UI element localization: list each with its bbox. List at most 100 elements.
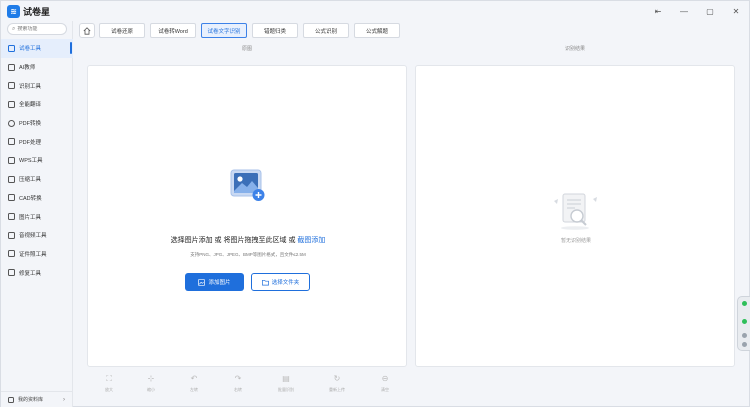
tool-label: 缩小: [147, 387, 155, 392]
search-input[interactable]: [17, 26, 66, 32]
pdf-convert-icon: [8, 119, 15, 127]
tool-label: 批量识别: [278, 387, 294, 392]
home-button[interactable]: [79, 23, 95, 38]
sidebar-item-repair-tools[interactable]: 修复工具: [1, 263, 73, 282]
sidebar-item-media-tools[interactable]: 音视频工具: [1, 226, 73, 245]
upload-hint: 选择图片添加 或 将图片拖拽至此区域 或 截图添加: [88, 235, 408, 245]
floating-assistant-widget[interactable]: [737, 296, 750, 351]
library-icon: [8, 396, 14, 403]
ai-teacher-icon: [8, 63, 15, 71]
batch-recognize-button[interactable]: ▤ 批量识别: [266, 375, 306, 393]
translate-icon: [8, 100, 15, 108]
close-button[interactable]: ✕: [729, 4, 743, 18]
sidebar-item-wps-tools[interactable]: WPS工具: [1, 151, 73, 170]
tool-label: 重新上传: [329, 387, 345, 392]
test-paper-icon: [8, 44, 15, 52]
tab-test-to-word[interactable]: 试卷转Word: [150, 23, 196, 38]
sidebar-item-id-photo-tools[interactable]: 证件照工具: [1, 245, 73, 264]
zoom-out-button[interactable]: ⊹ 缩小: [131, 375, 171, 393]
empty-result-text: 暂无识别结果: [560, 238, 591, 244]
sidebar-item-pdf-convert[interactable]: PDF转换: [1, 114, 73, 133]
sidebar-item-label: 图片工具: [19, 214, 42, 221]
tab-formula-solving[interactable]: 公式解题: [354, 23, 400, 38]
sidebar-nav: 试卷工具 AI教师 识别工具 全能翻译 PDF转换 PDF处理 WPS工具 压缩…: [1, 39, 73, 282]
title-bar: ≋ 试卷星 ⇤ — ▢ ✕: [1, 1, 749, 21]
tab-wrong-question-classify[interactable]: 错题归类: [252, 23, 298, 38]
pin-icon[interactable]: ⇤: [651, 4, 665, 18]
empty-result-icon: [549, 191, 601, 236]
tab-formula-recognition[interactable]: 公式识别: [303, 23, 349, 38]
wps-icon: [8, 156, 15, 164]
status-dot-icon: [742, 342, 747, 347]
status-dot-icon: [742, 301, 747, 306]
tool-label: 清空: [381, 387, 389, 392]
sidebar-item-label: 全能翻译: [19, 102, 42, 109]
sidebar-item-label: AI教师: [19, 65, 36, 72]
media-icon: [8, 231, 15, 239]
screenshot-add-link[interactable]: 截图添加: [297, 237, 325, 244]
scan-icon: [8, 82, 15, 90]
window-controls: ⇤ — ▢ ✕: [651, 4, 743, 18]
tool-label: 右转: [234, 387, 242, 392]
add-image-icon: [198, 278, 206, 286]
image-icon: [8, 213, 15, 221]
add-image-button[interactable]: 添加图片: [185, 273, 244, 291]
rotate-right-icon: ↷: [234, 374, 242, 383]
sidebar: ⌕ 试卷工具 AI教师 识别工具 全能翻译 PDF转换 PDF处理 WPS工具 …: [1, 21, 73, 407]
my-library-button[interactable]: 我的资料库 ›: [1, 391, 73, 407]
sidebar-item-label: WPS工具: [19, 158, 43, 165]
tab-test-text-recognition[interactable]: 试卷文字识别: [201, 23, 247, 38]
choose-folder-button[interactable]: 选择文件夹: [251, 273, 310, 291]
zoom-in-button[interactable]: ⛶ 放大: [89, 375, 129, 393]
status-dot-icon: [742, 319, 747, 324]
upload-format-hint: 支持PNG、JPG、JPEG、BMP等图片格式，且文件≤2.5M: [190, 252, 306, 257]
sidebar-item-ai-teacher[interactable]: AI教师: [1, 58, 73, 77]
app-title: 试卷星: [23, 7, 51, 17]
search-box: ⌕: [7, 23, 67, 35]
add-image-label: 添加图片: [208, 280, 231, 286]
pdf-process-icon: [8, 138, 15, 146]
sidebar-item-cad-convert[interactable]: CAD转换: [1, 189, 73, 208]
home-icon: [83, 26, 91, 35]
sidebar-item-label: 试卷工具: [19, 46, 42, 53]
sidebar-item-pdf-process[interactable]: PDF处理: [1, 132, 73, 151]
rotate-right-button[interactable]: ↷ 右转: [218, 375, 258, 393]
id-photo-icon: [8, 250, 15, 258]
app-logo-icon: ≋: [7, 5, 20, 18]
tool-label: 左转: [190, 387, 198, 392]
image-upload-icon: [230, 169, 266, 208]
sidebar-item-compress-tools[interactable]: 压缩工具: [1, 170, 73, 189]
sidebar-item-test-tools[interactable]: 试卷工具: [1, 39, 73, 58]
upload-dropzone[interactable]: 选择图片添加 或 将图片拖拽至此区域 或 截图添加 支持PNG、JPG、JPEG…: [87, 65, 407, 367]
cad-icon: [8, 194, 15, 202]
reupload-button[interactable]: ↻ 重新上传: [317, 375, 357, 393]
maximize-button[interactable]: ▢: [703, 4, 717, 18]
app-window: ≋ 试卷星 ⇤ — ▢ ✕ ⌕ 试卷工具 AI教师 识别工具 全能翻译 PDF转…: [0, 0, 750, 407]
rotate-left-button[interactable]: ↶ 左转: [174, 375, 214, 393]
sidebar-item-image-tools[interactable]: 图片工具: [1, 207, 73, 226]
folder-icon: [261, 279, 269, 285]
tab-test-restore[interactable]: 试卷还原: [99, 23, 145, 38]
tool-tabs: 试卷还原 试卷转Word 试卷文字识别 错题归类 公式识别 公式解题: [99, 23, 400, 38]
zoom-out-icon: ⊹: [147, 374, 155, 383]
compress-icon: [8, 175, 15, 183]
sidebar-item-translate[interactable]: 全能翻译: [1, 95, 73, 114]
minimize-button[interactable]: —: [677, 4, 691, 18]
my-library-label: 我的资料库: [18, 397, 44, 403]
zoom-in-icon: ⛶: [106, 374, 112, 383]
rotate-left-icon: ↶: [190, 374, 198, 383]
tool-label: 放大: [105, 387, 113, 392]
sidebar-item-label: 修复工具: [19, 270, 42, 277]
sidebar-item-label: 音视频工具: [19, 233, 47, 240]
reupload-icon: ↻: [333, 374, 341, 383]
search-icon: ⌕: [12, 25, 16, 32]
sidebar-item-recognize-tools[interactable]: 识别工具: [1, 76, 73, 95]
sidebar-item-label: PDF转换: [19, 121, 42, 128]
clear-icon: ⊖: [381, 374, 389, 383]
chevron-right-icon: ›: [63, 396, 65, 403]
sidebar-item-label: 压缩工具: [19, 177, 42, 184]
recognition-result-panel: 暂无识别结果: [415, 65, 735, 367]
clear-button[interactable]: ⊖ 清空: [365, 375, 405, 393]
sidebar-item-label: CAD转换: [19, 195, 42, 202]
batch-recognize-icon: ▤: [282, 374, 290, 383]
